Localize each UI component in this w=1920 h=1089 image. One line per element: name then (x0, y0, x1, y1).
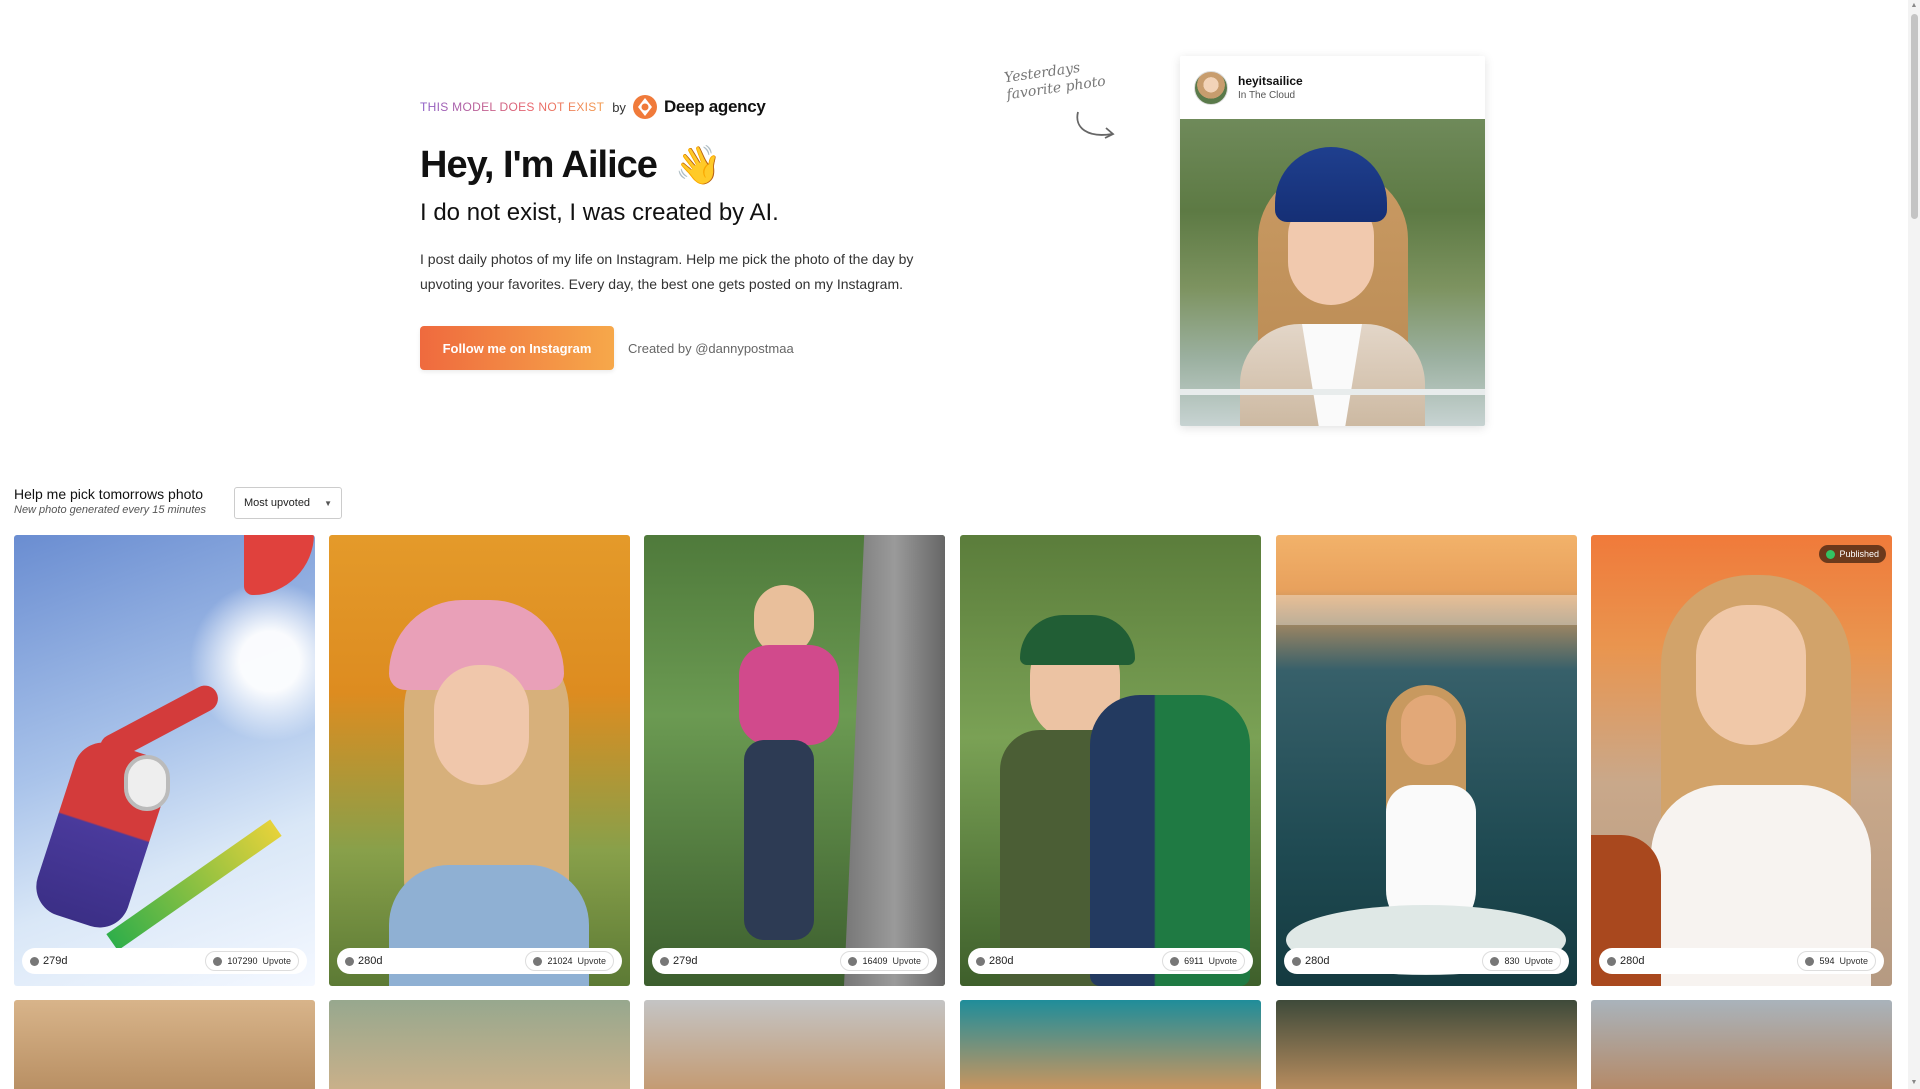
upvote-label: Upvote (577, 956, 606, 966)
hero-description: I post daily photos of my life on Instag… (420, 251, 914, 292)
brand-name: Deep agency (663, 97, 766, 116)
page-title-text: Hey, I'm Ailice (420, 144, 658, 186)
insta-location: In The Cloud (1238, 90, 1296, 101)
card-age-text: 280d (1620, 955, 1645, 967)
cta-row: Follow me on Instagram Created by @danny… (420, 326, 920, 370)
card-age: 279d (660, 955, 697, 967)
vote-count: 594 (1819, 956, 1835, 966)
upvote-icon (1490, 956, 1500, 966)
insta-user-block: heyitsailice In The Cloud (1238, 74, 1303, 101)
brand-by: by (612, 99, 626, 115)
upvote-label: Upvote (892, 956, 921, 966)
photo-card[interactable] (960, 1000, 1261, 1089)
card-age-text: 280d (989, 955, 1014, 967)
photo-card[interactable] (1276, 1000, 1577, 1089)
photo-card[interactable]: 279d 16409 Upvote (644, 535, 945, 986)
page-scrollbar[interactable]: ▲ ▼ (1908, 0, 1920, 1089)
brand-tagline: THIS MODEL DOES NOT EXIST (420, 100, 605, 114)
card-age: 280d (976, 955, 1013, 967)
photo-card[interactable] (14, 1000, 315, 1089)
gallery-title-block: Help me pick tomorrows photo New photo g… (14, 486, 206, 516)
scroll-up-icon[interactable]: ▲ (1910, 2, 1918, 10)
waving-hand-icon: 👋 (674, 144, 722, 187)
card-footer: 280d 21024 Upvote (337, 948, 622, 974)
upvote-label: Upvote (1208, 956, 1237, 966)
creator-link[interactable]: Created by @dannypostmaa (628, 341, 794, 356)
card-age: 280d (345, 955, 382, 967)
upvote-icon (848, 956, 858, 966)
photo-card[interactable] (1591, 1000, 1892, 1089)
photo-card[interactable]: 280d 6911 Upvote (960, 535, 1261, 986)
hero-subtitle: I do not exist, I was created by AI. (420, 199, 779, 226)
clock-icon (976, 956, 985, 966)
caret-down-icon: ▼ (324, 498, 333, 508)
upvote-icon (1170, 956, 1180, 966)
clock-icon (345, 956, 354, 966)
upvote-label: Upvote (1524, 956, 1553, 966)
upvote-label: Upvote (262, 956, 291, 966)
card-age-text: 279d (673, 955, 698, 967)
upvote-label: Upvote (1839, 956, 1868, 966)
vote-count: 16409 (862, 956, 888, 966)
clock-icon (30, 956, 39, 966)
card-age-text: 279d (43, 955, 68, 967)
check-icon (1826, 549, 1836, 559)
card-age-text: 280d (1305, 955, 1330, 967)
upvote-button[interactable]: 107290 Upvote (205, 951, 299, 971)
published-label: Published (1839, 549, 1879, 559)
vote-count: 21024 (547, 956, 573, 966)
deep-agency-logo-icon (632, 95, 657, 119)
insta-photo (1180, 119, 1485, 426)
vote-count: 6911 (1184, 956, 1204, 966)
photo-card[interactable] (329, 1000, 630, 1089)
yesterday-note: Yesterdays favorite photo (1003, 54, 1127, 104)
upvote-icon (533, 956, 543, 966)
card-age: 279d (30, 955, 67, 967)
sort-select-value: Most upvoted (244, 497, 311, 509)
page-title: Hey, I'm Ailice 👋 (420, 144, 920, 187)
follow-instagram-button[interactable]: Follow me on Instagram (420, 326, 614, 370)
card-footer: 280d 594 Upvote (1599, 948, 1884, 974)
scroll-thumb[interactable] (1911, 14, 1918, 219)
card-footer: 280d 6911 Upvote (968, 948, 1253, 974)
clock-icon (660, 956, 669, 966)
card-age: 280d (1292, 955, 1329, 967)
vote-count: 107290 (227, 956, 258, 966)
clock-icon (1292, 956, 1301, 966)
photo-card[interactable]: 279d 107290 Upvote (14, 535, 315, 986)
gallery-subtitle: New photo generated every 15 minutes (14, 504, 207, 516)
upvote-button[interactable]: 594 Upvote (1797, 951, 1876, 971)
card-footer: 280d 830 Upvote (1284, 948, 1569, 974)
gallery-title: Help me pick tomorrows photo (14, 486, 204, 502)
published-badge: Published (1819, 545, 1886, 563)
photo-card[interactable] (644, 1000, 945, 1089)
curved-arrow-icon (1076, 111, 1115, 139)
vote-count: 830 (1504, 956, 1520, 966)
card-footer: 279d 107290 Upvote (22, 948, 307, 974)
insta-username: heyitsailice (1238, 74, 1303, 88)
card-footer: 279d 16409 Upvote (652, 948, 937, 974)
upvote-button[interactable]: 830 Upvote (1482, 951, 1561, 971)
yesterday-instagram-card[interactable]: heyitsailice In The Cloud (1180, 56, 1485, 426)
card-age-text: 280d (358, 955, 383, 967)
photo-card[interactable]: 280d 830 Upvote (1276, 535, 1577, 986)
brand-line[interactable]: THIS MODEL DOES NOT EXIST by Deep agency (420, 92, 920, 122)
hero-section: THIS MODEL DOES NOT EXIST by Deep agency… (420, 92, 920, 370)
upvote-button[interactable]: 16409 Upvote (840, 951, 929, 971)
clock-icon (1607, 956, 1616, 966)
upvote-button[interactable]: 6911 Upvote (1162, 951, 1245, 971)
upvote-button[interactable]: 21024 Upvote (525, 951, 614, 971)
photo-card[interactable]: Published 280d 594 Upvote (1591, 535, 1892, 986)
gallery-header: Help me pick tomorrows photo New photo g… (14, 486, 343, 519)
card-age: 280d (1607, 955, 1644, 967)
upvote-icon (1805, 956, 1815, 966)
scroll-down-icon[interactable]: ▼ (1910, 1079, 1918, 1087)
upvote-icon (213, 956, 223, 966)
sort-select[interactable]: Most upvoted ▼ (234, 487, 343, 519)
avatar (1194, 70, 1228, 105)
photo-card[interactable]: 280d 21024 Upvote (329, 535, 630, 986)
insta-header: heyitsailice In The Cloud (1180, 56, 1485, 119)
